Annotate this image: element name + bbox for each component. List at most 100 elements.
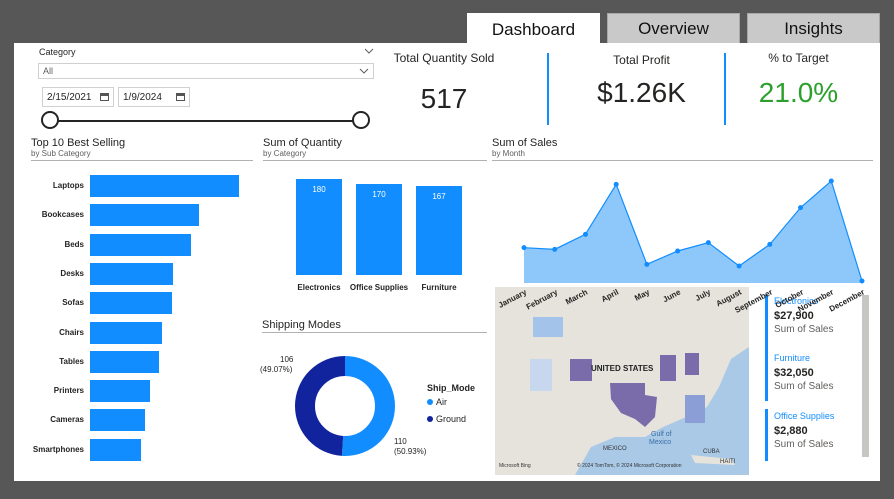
map-label-mexico: MEXICO <box>603 446 627 452</box>
bar[interactable] <box>90 204 199 227</box>
bar-label: Bookcases <box>41 210 84 220</box>
tab-insights[interactable]: Insights <box>747 13 880 44</box>
legend-item-air[interactable]: Air <box>427 397 475 407</box>
data-point[interactable] <box>675 248 681 254</box>
bar[interactable] <box>90 233 192 256</box>
map-state-region[interactable] <box>570 359 592 381</box>
top10-header: Top 10 Best Selling by Sub Category <box>31 137 253 161</box>
bar[interactable]: 170 <box>356 184 402 275</box>
bar[interactable] <box>90 380 150 403</box>
category-slicer-label: Category <box>39 47 76 57</box>
kpi-label: % to Target <box>768 51 829 65</box>
map-label-haiti: HAITI <box>720 459 736 465</box>
data-point[interactable] <box>582 231 588 237</box>
tab-overview[interactable]: Overview <box>607 13 740 44</box>
card-label: Sum of Sales <box>774 439 834 450</box>
shipping-header: Shipping Modes <box>262 319 487 333</box>
ground-count: 106 <box>280 355 294 364</box>
data-point[interactable] <box>798 205 804 211</box>
kpi-total-profit: Total Profit $1.26K <box>559 53 724 123</box>
calendar-icon[interactable] <box>176 93 185 101</box>
map-state-region[interactable] <box>660 355 676 381</box>
bar[interactable] <box>90 262 174 285</box>
legend-dot <box>427 416 433 422</box>
data-point[interactable] <box>736 263 742 269</box>
data-point[interactable] <box>705 240 711 246</box>
map-state-region[interactable] <box>530 359 552 391</box>
card-label: Sum of Sales <box>774 324 834 335</box>
kpi-label: Total Profit <box>613 53 670 67</box>
card-value: $2,880 <box>774 425 808 437</box>
bar-label: Sofas <box>62 298 84 308</box>
legend-item-ground[interactable]: Ground <box>427 414 475 424</box>
data-point[interactable] <box>828 178 834 184</box>
data-point[interactable] <box>859 278 865 284</box>
bar[interactable] <box>90 321 162 344</box>
legend-label: Air <box>436 397 447 407</box>
map-label-gulf-2: Mexico <box>649 439 672 446</box>
map-attribution-bing: Microsoft Bing <box>499 463 531 469</box>
kpi-percent-to-target: % to Target 21.0% <box>736 51 861 121</box>
bar[interactable]: 167 <box>416 185 462 275</box>
kpi-divider <box>547 53 549 125</box>
quantity-bar-chart: 180 Electronics 170 Office Supplies 167 Furni… <box>286 177 476 307</box>
date-range-start-handle[interactable] <box>41 111 59 129</box>
card-accent <box>765 351 768 401</box>
sales-header: Sum of Sales by Month <box>492 137 873 161</box>
ground-percent: (49.07%) <box>260 365 293 374</box>
chart-subtitle: by Month <box>492 149 525 158</box>
bar[interactable] <box>90 175 239 197</box>
chevron-down-icon <box>359 68 369 74</box>
category-label: Electronics <box>297 283 341 292</box>
card-label: Sum of Sales <box>774 381 834 392</box>
date-range-end-handle[interactable] <box>352 111 370 129</box>
map-state-region[interactable] <box>685 395 705 423</box>
bar[interactable] <box>90 438 141 461</box>
tab-dashboard[interactable]: Dashboard <box>467 13 600 46</box>
report-canvas: Category All 2/15/2021 1/9/2024 Total Qu… <box>14 43 880 481</box>
card-value: $32,050 <box>774 367 814 379</box>
chart-title: Shipping Modes <box>262 319 341 331</box>
category-label: Office Supplies <box>349 283 409 292</box>
calendar-icon[interactable] <box>100 93 109 101</box>
data-point[interactable] <box>552 246 558 252</box>
bar[interactable] <box>90 292 172 315</box>
card-category: Office Supplies <box>774 411 835 421</box>
map-label-gulf: Gulf of <box>651 431 672 438</box>
data-point[interactable] <box>521 245 527 251</box>
legend-title: Ship_Mode <box>427 383 476 393</box>
air-percent: (50.93%) <box>394 447 427 456</box>
cards-scrollbar[interactable] <box>862 295 869 457</box>
chart-title: Sum of Sales <box>492 137 558 149</box>
air-count: 110 <box>394 437 407 446</box>
bar-value-label: 180 <box>312 185 326 194</box>
data-point[interactable] <box>644 261 650 267</box>
chart-subtitle: by Sub Category <box>31 149 91 158</box>
sales-area-chart <box>521 178 865 284</box>
kpi-label: Total Quantity Sold <box>393 51 495 65</box>
kpi-divider <box>724 53 726 125</box>
date-start-input[interactable]: 2/15/2021 <box>42 87 114 107</box>
kpi-value: $1.26K <box>597 77 686 108</box>
card-office-supplies: Office Supplies $2,880 Sum of Sales <box>774 411 859 450</box>
bar-value-label: 170 <box>372 190 386 200</box>
bar[interactable] <box>90 409 146 432</box>
card-furniture: Furniture $32,050 Sum of Sales <box>774 353 859 392</box>
bar-value-label: 167 <box>432 191 446 201</box>
data-point[interactable] <box>767 241 773 247</box>
bar[interactable]: 180 <box>296 179 342 275</box>
kpi-total-quantity: Total Quantity Sold 517 <box>384 51 504 121</box>
map-state-region[interactable] <box>685 353 699 375</box>
bar-label: Smartphones <box>32 444 84 454</box>
bar[interactable] <box>90 350 159 373</box>
date-range-slider-track[interactable] <box>50 120 362 122</box>
data-point[interactable] <box>613 181 619 187</box>
category-dropdown[interactable]: All <box>38 63 374 79</box>
chevron-down-icon[interactable] <box>363 47 375 55</box>
category-label: Furniture <box>421 283 457 292</box>
bar-label: Tables <box>59 356 84 366</box>
sales-area <box>524 181 862 283</box>
shipping-donut-chart <box>295 356 395 456</box>
chart-subtitle: by Category <box>263 149 307 158</box>
date-end-input[interactable]: 1/9/2024 <box>118 87 190 107</box>
